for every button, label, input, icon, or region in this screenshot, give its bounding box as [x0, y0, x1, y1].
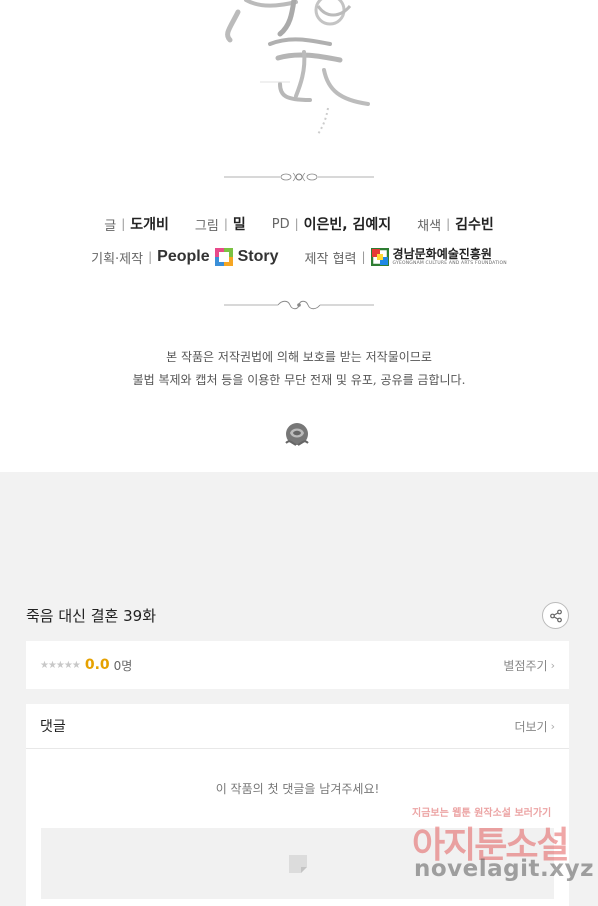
credit-separator: | — [446, 217, 451, 231]
people-story-logo: People Story — [157, 247, 279, 267]
rating-card: ★★★★★ 0.0 0명 별점주기 › — [26, 641, 569, 689]
rating-score: 0.0 — [84, 657, 110, 673]
credit-label: 채색 — [417, 218, 442, 234]
credit-separator: | — [361, 250, 366, 264]
copyright-notice-line-2: 불법 복제와 캡처 등을 이용한 무단 전재 및 유포, 공유를 금합니다. — [132, 373, 466, 387]
share-button[interactable] — [542, 602, 569, 629]
rating-count: 0명 — [113, 658, 133, 673]
site-watermark: 지금보는 웹툰 원작소설 보러가기 아지툰소설 novelagit.xyz — [408, 802, 593, 892]
credit-production: 기획·제작 | People Story — [91, 247, 279, 267]
credit-cooperation: 제작 협력 | 경남문화예술진흥원 GYEONGNAM CULTURE AND … — [305, 248, 507, 267]
rate-button-label: 별점주기 — [503, 658, 548, 673]
comment-icon — [288, 854, 307, 873]
credit-label: PD — [271, 216, 290, 232]
credit-label: 글 — [104, 218, 117, 234]
chevron-right-icon: › — [550, 658, 555, 672]
ornament-divider-top — [224, 172, 374, 182]
credits-row-1: 글 | 도개비 그림 | 밀 PD | 이은빈, 김예지 채색 | 김수빈 — [0, 214, 598, 234]
comments-more-label: 더보기 — [514, 719, 548, 734]
rose-icon — [285, 423, 309, 446]
foundation-name-en: GYEONGNAM CULTURE AND ARTS FOUNDATION — [392, 260, 507, 266]
credit-name: 밀 — [232, 217, 246, 233]
credit-label: 제작 협력 — [304, 251, 357, 267]
credit-pd: PD | 이은빈, 김예지 — [272, 214, 391, 234]
logo-text-people: People — [157, 248, 210, 265]
credit-label: 기획·제작 — [91, 251, 144, 267]
foundation-name: 경남문화예술진흥원 — [392, 246, 492, 261]
credit-name: 이은빈, 김예지 — [303, 217, 392, 233]
credit-name: 김수빈 — [455, 217, 494, 233]
credit-separator: | — [294, 217, 299, 231]
credits-section: 글 | 도개비 그림 | 밀 PD | 이은빈, 김예지 채색 | 김수빈 기획… — [0, 0, 598, 472]
people-story-mark-icon — [214, 248, 233, 266]
credits-row-2: 기획·제작 | People Story 제작 협력 | 경남문화예술진흥원 G… — [0, 247, 598, 267]
title-calligraphy-art — [225, 0, 370, 135]
credit-separator: | — [121, 217, 126, 231]
share-icon — [549, 609, 562, 622]
credit-separator: | — [223, 217, 228, 231]
credit-separator: | — [148, 250, 153, 264]
foundation-mark-icon — [370, 248, 389, 266]
credit-label: 그림 — [194, 218, 219, 234]
rating-stars[interactable]: ★★★★★ — [40, 660, 81, 671]
credit-artist: 그림 | 밀 — [195, 214, 246, 234]
copyright-notice-line-1: 본 작품은 저작권법에 의해 보호를 받는 저작물이므로 — [166, 350, 432, 364]
comments-header: 댓글 더보기 › — [26, 704, 569, 749]
comments-empty-message: 이 작품의 첫 댓글을 남겨주세요! — [215, 782, 380, 796]
chevron-right-icon: › — [550, 719, 555, 733]
gyeongnam-foundation-logo: 경남문화예술진흥원 GYEONGNAM CULTURE AND ARTS FOU… — [370, 246, 507, 267]
ornament-divider-bottom — [224, 300, 374, 310]
comments-title: 댓글 — [40, 719, 66, 735]
watermark-url: novelagit.xyz — [414, 856, 594, 882]
comments-more-link[interactable]: 더보기 › — [514, 718, 555, 735]
credit-writer: 글 | 도개비 — [104, 214, 169, 234]
rate-button[interactable]: 별점주기 › — [503, 657, 555, 674]
episode-title: 죽음 대신 결혼 39화 — [26, 607, 156, 625]
logo-text-story: Story — [237, 248, 279, 265]
credit-name: 도개비 — [130, 217, 169, 233]
credit-colorist: 채색 | 김수빈 — [417, 214, 494, 234]
